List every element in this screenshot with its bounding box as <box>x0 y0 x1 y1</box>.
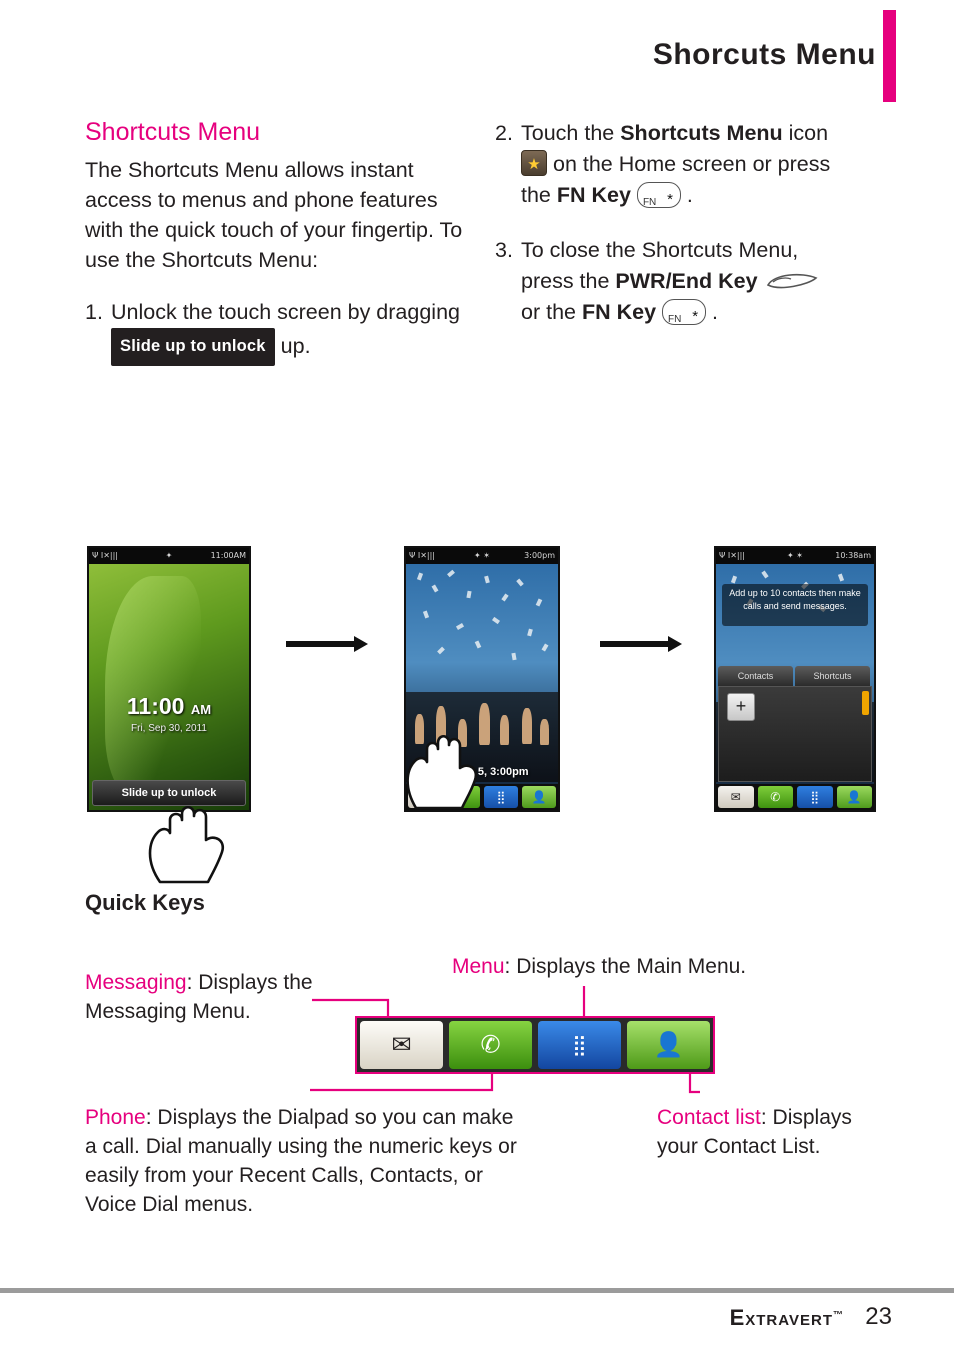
step-2-bold-shortcuts-menu: Shortcuts Menu <box>620 121 783 145</box>
pwr-end-key-icon <box>764 269 820 295</box>
step-2-line3-post: . <box>686 183 693 207</box>
step-3-bold-fn-key: FN Key <box>581 300 657 324</box>
shortcuts-tabs: Contacts Shortcuts <box>718 666 872 686</box>
step-3-line3-post: . <box>712 300 718 324</box>
flow-arrow-2 <box>600 636 682 652</box>
step-1-text: Unlock the touch screen by dragging Slid… <box>111 297 470 366</box>
quick-key-contacts[interactable]: 👤 <box>522 786 556 808</box>
step-2-text: Touch the Shortcuts Menu icon on the Hom… <box>521 118 885 211</box>
section-title: Shortcuts Menu <box>85 118 261 146</box>
status-bar-1-time: 11:00AM <box>210 551 246 560</box>
step-3-line3-pre: or the <box>521 300 576 324</box>
fn-key-icon: FN * <box>636 182 681 208</box>
handset-icon: ✆ <box>480 1031 501 1059</box>
label-messaging: Messaging: Displays the Messaging Menu. <box>85 968 335 1026</box>
status-bar-3: Ψ I✕||| ✦ ✶ 10:38am <box>716 548 874 564</box>
quick-key-menu-3[interactable]: ⣿ <box>797 786 833 808</box>
lock-clock-ampm: AM <box>190 702 212 717</box>
diagram-key-menu[interactable]: ⣿ <box>538 1021 621 1069</box>
step-2-bold-fn-key: FN Key <box>556 183 631 207</box>
diagram-key-contact-list[interactable]: 👤 <box>627 1021 710 1069</box>
quick-key-contacts-3[interactable]: 👤 <box>836 786 872 808</box>
shortcuts-menu-icon <box>521 149 547 180</box>
footer-brand-name: Extravert <box>729 1305 833 1330</box>
page-number: 23 <box>865 1303 892 1330</box>
diagram-key-messaging[interactable]: ✉ <box>360 1021 443 1069</box>
shortcuts-panel: + <box>718 686 872 782</box>
quick-keys-bar-shortcuts: ✉ ✆ ⣿ 👤 <box>716 784 874 810</box>
status-bar-1-icons: ✦ <box>165 551 173 560</box>
step-2-number: 2. <box>495 121 513 145</box>
right-column: 2. Touch the Shortcuts Menu icon on the … <box>495 118 885 328</box>
status-bar-1-signal: Ψ I✕||| <box>92 551 118 560</box>
status-bar-2-time: 3:00pm <box>524 551 555 560</box>
quick-keys-heading: Quick Keys <box>85 890 205 915</box>
step-2: 2. Touch the Shortcuts Menu icon on the … <box>495 118 885 211</box>
label-contact-list: Contact list: Displays your Contact List… <box>657 1103 877 1161</box>
lock-clock-time: 11:00 <box>126 693 185 719</box>
footer-trademark: ™ <box>833 1310 844 1321</box>
fn-key-icon-2: FN * <box>662 299 707 325</box>
footer-rule <box>0 1288 954 1293</box>
step-3-line2-pre: press the <box>521 269 610 293</box>
grid-dots-icon: ⣿ <box>572 1034 587 1057</box>
status-bar-2-icons: ✦ ✶ <box>474 551 490 560</box>
confetti <box>406 564 558 712</box>
status-bar-3-icons: ✦ ✶ <box>787 551 803 560</box>
add-contact-button[interactable]: + <box>727 693 755 721</box>
step-2-mid: icon <box>788 121 829 145</box>
label-contact-name: Contact list <box>657 1106 761 1129</box>
header-accent-bar <box>883 10 896 102</box>
quick-key-phone-3[interactable]: ✆ <box>757 786 793 808</box>
label-menu: Menu: Displays the Main Menu. <box>452 952 852 981</box>
tab-shortcuts[interactable]: Shortcuts <box>795 666 870 686</box>
step-2-line3-pre: the <box>521 183 551 207</box>
status-bar-1: Ψ I✕||| ✦ 11:00AM <box>89 548 249 564</box>
page-header-title: Shorcuts Menu <box>652 38 876 71</box>
status-bar-2: Ψ I✕||| ✦ ✶ 3:00pm <box>406 548 558 564</box>
wallpaper-grass <box>89 564 249 810</box>
status-bar-3-time: 10:38am <box>835 551 871 560</box>
step-3-line1: To close the Shortcuts Menu, <box>521 238 799 262</box>
label-phone-text: : Displays the Dialpad so you can make a… <box>85 1106 517 1216</box>
phone-screenshot-lock: Ψ I✕||| ✦ 11:00AM 11:00 AM Fri, Sep 30, … <box>87 546 251 812</box>
hand-cursor-2 <box>400 718 490 815</box>
label-phone-name: Phone <box>85 1106 146 1129</box>
slide-up-to-unlock-pill: Slide up to unlock <box>111 328 275 366</box>
lock-clock: 11:00 AM <box>89 693 249 720</box>
label-menu-name: Menu <box>452 955 505 978</box>
lock-date: Fri, Sep 30, 2011 <box>131 723 207 734</box>
step-3: 3. To close the Shortcuts Menu, press th… <box>495 235 885 328</box>
scrollbar-thumb[interactable] <box>862 691 869 715</box>
status-bar-2-signal: Ψ I✕||| <box>409 551 435 560</box>
person-icon: 👤 <box>653 1031 684 1059</box>
step-3-bold-pwr-end-key: PWR/End Key <box>615 269 758 293</box>
step-1: 1. Unlock the touch screen by dragging S… <box>85 297 470 366</box>
label-phone: Phone: Displays the Dialpad so you can m… <box>85 1103 525 1219</box>
diagram-key-phone[interactable]: ✆ <box>449 1021 532 1069</box>
tab-contacts[interactable]: Contacts <box>718 666 793 686</box>
flow-arrow-1 <box>286 636 368 652</box>
phone-screenshot-shortcuts: Ψ I✕||| ✦ ✶ 10:38am Add up to 10 contact… <box>714 546 876 812</box>
envelope-icon: ✉ <box>391 1031 412 1059</box>
step-1-number: 1. <box>85 300 103 324</box>
quick-keys-diagram-bar: ✉ ✆ ⣿ 👤 <box>355 1016 715 1074</box>
quick-key-messaging-3[interactable]: ✉ <box>718 786 754 808</box>
phone-screenshot-row: Ψ I✕||| ✦ 11:00AM 11:00 AM Fri, Sep 30, … <box>0 540 954 884</box>
label-menu-text: : Displays the Main Menu. <box>504 955 747 978</box>
status-bar-3-signal: Ψ I✕||| <box>719 551 745 560</box>
step-2-pre: Touch the <box>521 121 615 145</box>
footer-brand: Extravert™ <box>730 1305 844 1331</box>
step-3-number: 3. <box>495 238 513 262</box>
shortcuts-banner: Add up to 10 contacts then make calls an… <box>722 584 868 626</box>
intro-paragraph: The Shortcuts Menu allows instant access… <box>85 158 463 272</box>
label-messaging-name: Messaging <box>85 971 187 994</box>
hand-cursor-1 <box>142 790 242 890</box>
left-column: Shortcuts Menu The Shortcuts Menu allows… <box>85 118 470 366</box>
step-3-text: To close the Shortcuts Menu, press the P… <box>521 235 885 328</box>
step-1-post: up. <box>280 334 311 358</box>
step-1-pre: Unlock the touch screen by dragging <box>111 300 460 324</box>
step-2-line2: on the Home screen or press <box>552 152 831 176</box>
